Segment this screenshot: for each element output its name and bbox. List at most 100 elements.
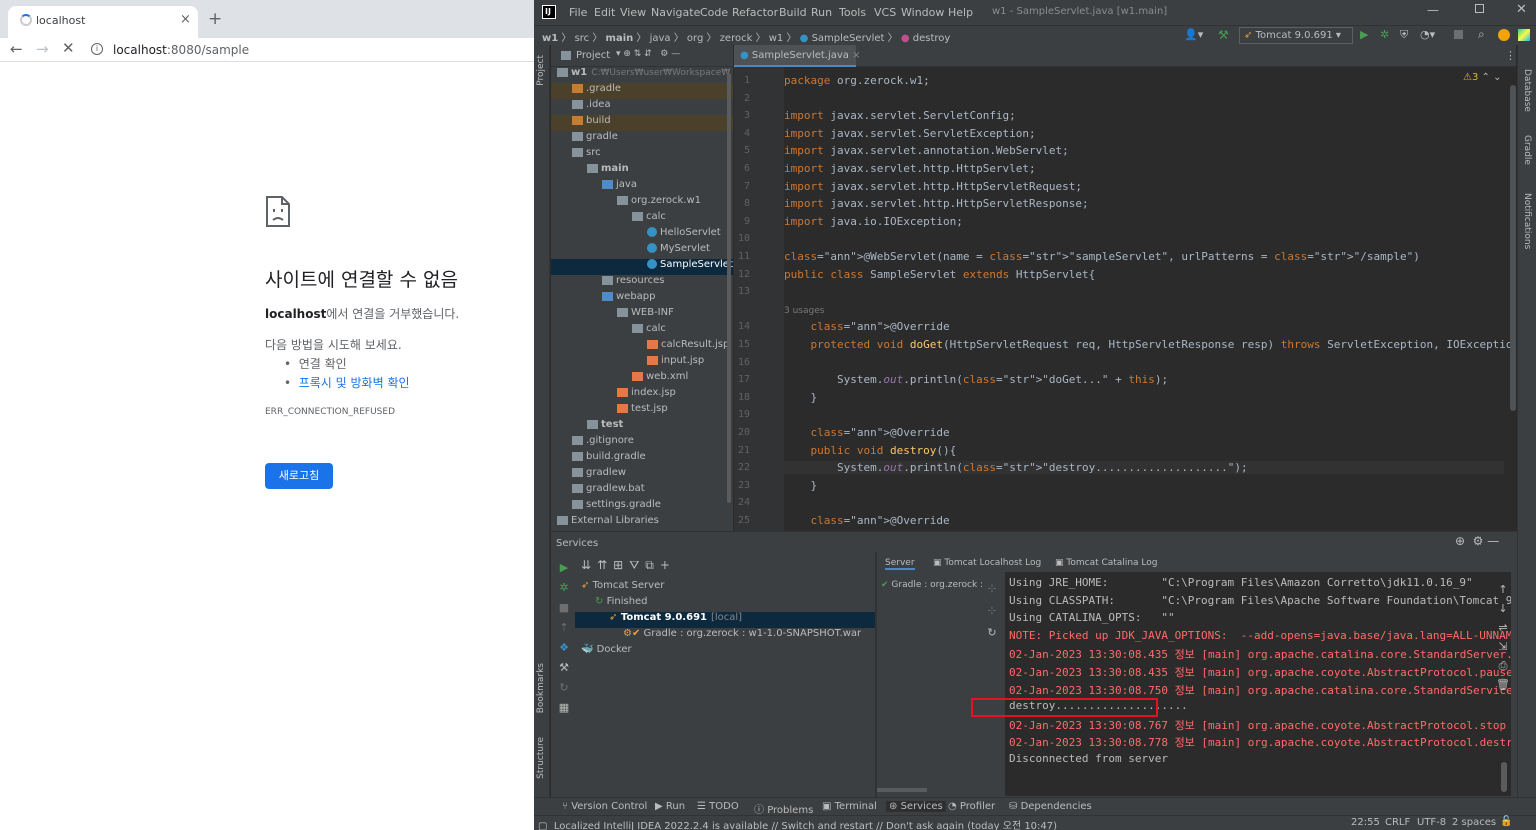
console-scrollbar[interactable] <box>1501 762 1507 792</box>
collapse-all-icon[interactable]: ⇈ <box>597 558 613 572</box>
print-icon[interactable]: ⎙ <box>1495 656 1511 675</box>
menu-refactor[interactable]: Refactor <box>732 6 778 19</box>
status-message[interactable]: ▢ Localized IntelliJ IDEA 2022.2.4 is av… <box>538 817 1057 830</box>
reload-button[interactable]: 새로고침 <box>265 463 333 489</box>
code-line[interactable]: import javax.servlet.http.HttpServletReq… <box>784 180 1082 193</box>
menu-navigate[interactable]: Navigate <box>651 6 700 19</box>
new-tab-icon[interactable]: + <box>208 9 222 29</box>
crumb-class[interactable]: SampleServlet <box>812 33 885 44</box>
tree-item[interactable]: webapp <box>551 291 733 307</box>
database-toolwindow-button[interactable]: Database <box>1522 69 1532 112</box>
bottom-tab-profiler[interactable]: ◔ Profiler <box>948 801 995 812</box>
code-line[interactable]: } <box>784 479 817 492</box>
tree-item[interactable]: test <box>551 419 733 435</box>
tree-item[interactable]: w1 C:₩Users₩user₩Workspace₩ <box>551 67 733 83</box>
structure-toolwindow-button[interactable]: Structure <box>536 737 546 779</box>
tree-item[interactable]: input.jsp <box>551 355 733 371</box>
tree-item[interactable]: .gradle <box>551 83 733 99</box>
tree-item[interactable]: WEB-INF <box>551 307 733 323</box>
bookmarks-toolwindow-button[interactable]: Bookmarks <box>536 663 546 713</box>
build-hammer-icon[interactable]: ⚒ <box>1218 28 1229 42</box>
code-line[interactable]: System.out.println(class="str">"doGet...… <box>784 373 1168 386</box>
close-tab-icon[interactable]: × <box>180 12 191 27</box>
tree-item[interactable]: MyServlet <box>551 243 733 259</box>
minimize-icon[interactable]: — <box>1427 3 1439 17</box>
back-icon[interactable]: ← <box>10 40 23 58</box>
tree-item[interactable]: settings.gradle <box>551 499 733 515</box>
code-line[interactable]: class="ann">@Override <box>784 514 950 527</box>
tab-localhost-log[interactable]: ▣ Tomcat Localhost Log <box>933 558 1041 568</box>
run-config-selector[interactable]: ➶ Tomcat 9.0.691 ▾ <box>1239 27 1353 44</box>
warning-indicator[interactable]: ⚠3 ⌃ ⌄ <box>1463 72 1501 83</box>
tab-catalina-log[interactable]: ▣ Tomcat Catalina Log <box>1055 558 1157 568</box>
project-view-selector[interactable]: Project <box>576 50 610 61</box>
tree-item[interactable]: gradle <box>551 131 733 147</box>
deploy-icon[interactable]: ⇡ <box>555 618 573 638</box>
code-line[interactable]: import javax.servlet.ServletConfig; <box>784 109 1016 122</box>
menu-code[interactable]: Code <box>700 6 728 19</box>
code-line[interactable]: import javax.servlet.ServletException; <box>784 127 1036 140</box>
soft-wrap-icon[interactable]: ⇌ <box>1495 618 1511 637</box>
menu-help[interactable]: Help <box>948 6 973 19</box>
new-tab-service-icon[interactable]: ⧉ <box>645 558 660 572</box>
tree-item[interactable]: index.jsp <box>551 387 733 403</box>
project-scrollbar[interactable] <box>727 73 731 503</box>
run-icon[interactable]: ▶ <box>1360 28 1368 41</box>
service-node[interactable]: ⚙✔ Gradle : org.zerock : w1-1.0-SNAPSHOT… <box>575 628 875 644</box>
info-icon[interactable]: i <box>91 43 103 55</box>
tree-item[interactable]: org.zerock.w1 <box>551 195 733 211</box>
service-node[interactable]: 🐳 Docker <box>575 644 875 660</box>
maximize-icon[interactable] <box>1475 4 1484 13</box>
stop-icon[interactable]: ✕ <box>62 39 75 57</box>
address-bar[interactable]: i localhost:8080/sample <box>86 40 526 60</box>
menu-file[interactable]: File <box>569 6 587 19</box>
group-icon[interactable]: ⊞ <box>613 558 629 572</box>
code-line[interactable]: class="ann">@Override <box>784 426 950 439</box>
debug-service-icon[interactable]: ✲ <box>555 578 573 598</box>
user-icon[interactable]: 👤▾ <box>1184 28 1203 41</box>
bottom-tab-version-control[interactable]: ⑂ Version Control <box>562 801 647 812</box>
code-line[interactable]: } <box>784 391 817 404</box>
bottom-tab-problems[interactable]: ⓘ Problems <box>754 801 813 816</box>
tree-item[interactable]: build.gradle <box>551 451 733 467</box>
lock-icon[interactable]: 🔓 <box>1500 816 1512 827</box>
code-line[interactable]: import java.io.IOException; <box>784 215 963 228</box>
code-line[interactable]: import javax.servlet.http.HttpServlet; <box>784 162 1036 175</box>
tree-item[interactable]: web.xml <box>551 371 733 387</box>
close-window-icon[interactable]: ✕ <box>1516 2 1527 17</box>
project-view-dropdown-icon[interactable]: ▾ ⊕ ⇅ ⇵ ⚙ — <box>616 49 680 59</box>
code-line[interactable]: import javax.servlet.http.HttpServletRes… <box>784 197 1089 210</box>
tree-item[interactable]: HelloServlet <box>551 227 733 243</box>
menu-vcs[interactable]: VCS <box>874 6 896 19</box>
code-line[interactable]: public class SampleServlet extends HttpS… <box>784 268 1095 281</box>
tree-item[interactable]: .idea <box>551 99 733 115</box>
tree-item[interactable]: gradlew <box>551 467 733 483</box>
tree-item[interactable]: src <box>551 147 733 163</box>
undeploy-action-icon[interactable]: ⊹ <box>983 600 1001 622</box>
filter-icon[interactable]: ⛛ <box>629 558 645 572</box>
code-line[interactable]: 3 usages <box>784 303 824 316</box>
more-tabs-icon[interactable]: ⋮ <box>1505 49 1516 62</box>
editor-tab-sampleservlet[interactable]: ● SampleServlet.java × <box>734 45 861 67</box>
tree-item[interactable]: .gitignore <box>551 435 733 451</box>
deploy-action-icon[interactable]: ⊹ <box>983 578 1001 600</box>
browser-tab[interactable]: localhost × <box>8 6 198 38</box>
menu-run[interactable]: Run <box>811 6 832 19</box>
run-service-icon[interactable]: ▶ <box>555 558 573 578</box>
bottom-tab-todo[interactable]: ☰ TODO <box>697 801 739 812</box>
wrench-icon[interactable]: ⚒ <box>555 658 573 678</box>
services-add-icon[interactable]: ❖ <box>555 638 573 658</box>
code-area[interactable]: package org.zerock.w1; import javax.servl… <box>734 67 1516 531</box>
caret-position[interactable]: 22:55 <box>1351 817 1380 828</box>
forward-icon[interactable]: → <box>36 40 49 58</box>
deployment-item[interactable]: ✔ Gradle : org.zerock : <box>881 580 983 590</box>
code-line[interactable]: public void destroy(){ <box>784 444 957 457</box>
tree-item[interactable]: calc <box>551 323 733 339</box>
code-line[interactable]: protected void doGet(HttpServletRequest … <box>784 338 1517 351</box>
bottom-tab-terminal[interactable]: ▣ Terminal <box>822 801 877 812</box>
service-node[interactable]: ↻ Finished <box>575 596 875 612</box>
services-settings-icons[interactable]: ⊕ ⚙ — <box>1455 534 1499 548</box>
editor-scrollbar[interactable] <box>1510 85 1516 411</box>
tree-item[interactable]: gradlew.bat <box>551 483 733 499</box>
crumb-method[interactable]: destroy <box>913 33 951 44</box>
